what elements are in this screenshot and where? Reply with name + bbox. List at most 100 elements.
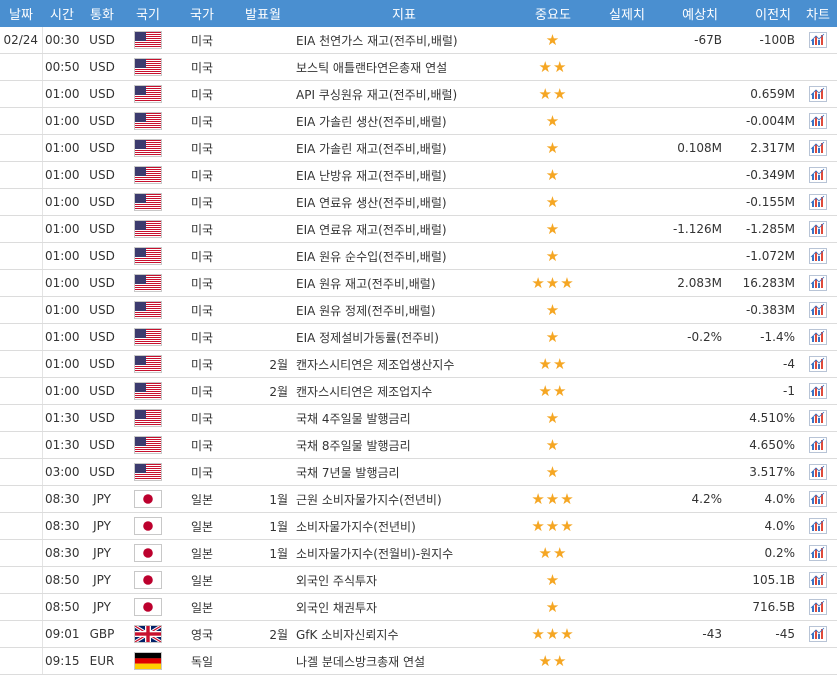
table-row[interactable]: 01:30 USD 미국 국채 4주일물 발행금리 ★ 4.510%	[0, 404, 837, 432]
header-flag[interactable]: 국기	[122, 0, 174, 27]
chart-icon[interactable]	[809, 545, 827, 561]
header-currency[interactable]: 통화	[82, 0, 122, 27]
chart-icon[interactable]	[809, 86, 827, 102]
header-time[interactable]: 시간	[42, 0, 82, 27]
chart-icon[interactable]	[809, 140, 827, 156]
table-row[interactable]: 02/24 00:30 USD 미국 EIA 천연가스 재고(전주비,배럴) ★ -67B -…	[0, 27, 837, 54]
table-row[interactable]: 01:00 USD 미국 EIA 난방유 재고(전주비,배럴) ★ -0.349M	[0, 161, 837, 189]
cell-event[interactable]: 국채 7년물 발행금리	[296, 458, 512, 486]
header-importance[interactable]: 중요도	[512, 0, 594, 27]
cell-previous: -1.4%	[726, 323, 799, 351]
chart-icon[interactable]	[809, 464, 827, 480]
table-row[interactable]: 01:00 USD 미국 EIA 원유 정제(전주비,배럴) ★ -0.383M	[0, 296, 837, 324]
cell-event[interactable]: EIA 연료유 생산(전주비,배럴)	[296, 188, 512, 216]
cell-event[interactable]: 캔자스시티연은 제조업생산지수	[296, 350, 512, 378]
table-row[interactable]: 00:50 USD 미국 보스틱 애틀랜타연은총재 연설 ★★	[0, 53, 837, 81]
table-row[interactable]: 08:30 JPY 일본 1월 근원 소비자물가지수(전년비) ★★★ 4.2% 4.0%	[0, 485, 837, 513]
chart-icon[interactable]	[809, 167, 827, 183]
cell-actual	[594, 566, 660, 594]
table-row[interactable]: 01:00 USD 미국 2월 캔자스시티연은 제조업생산지수 ★★ -4	[0, 350, 837, 378]
cell-event[interactable]: 보스틱 애틀랜타연은총재 연설	[296, 53, 512, 81]
table-row[interactable]: 01:00 USD 미국 EIA 연료유 재고(전주비,배럴) ★ -1.126M -1.2…	[0, 215, 837, 243]
chart-icon[interactable]	[809, 194, 827, 210]
cell-importance: ★	[512, 242, 594, 270]
cell-period	[230, 107, 296, 135]
chart-icon[interactable]	[809, 383, 827, 399]
chart-icon[interactable]	[809, 113, 827, 129]
jp-flag-icon	[134, 571, 162, 589]
header-previous[interactable]: 이전치	[726, 0, 799, 27]
cell-event[interactable]: EIA 원유 재고(전주비,배럴)	[296, 269, 512, 297]
chart-icon[interactable]	[809, 32, 827, 48]
cell-event[interactable]: 외국인 주식투자	[296, 566, 512, 594]
cell-event[interactable]: 근원 소비자물가지수(전년비)	[296, 485, 512, 513]
cell-flag	[122, 242, 174, 270]
table-row[interactable]: 01:00 USD 미국 EIA 가솔린 생산(전주비,배럴) ★ -0.004M	[0, 107, 837, 135]
table-row[interactable]: 01:00 USD 미국 API 쿠싱원유 재고(전주비,배럴) ★★ 0.659M	[0, 80, 837, 108]
chart-icon[interactable]	[809, 302, 827, 318]
chart-icon[interactable]	[809, 356, 827, 372]
cell-event[interactable]: 소비자물가지수(전년비)	[296, 512, 512, 540]
cell-event[interactable]: EIA 원유 순수입(전주비,배럴)	[296, 242, 512, 270]
importance-star-icon: ★	[545, 112, 561, 130]
table-row[interactable]: 01:00 USD 미국 2월 캔자스시티연은 제조업지수 ★★ -1	[0, 377, 837, 405]
cell-chart	[799, 296, 837, 324]
chart-icon[interactable]	[809, 572, 827, 588]
us-flag-icon	[134, 382, 162, 400]
header-forecast[interactable]: 예상치	[660, 0, 726, 27]
table-row[interactable]: 08:50 JPY 일본 외국인 채권투자 ★ 716.5B	[0, 593, 837, 621]
cell-flag	[122, 512, 174, 540]
cell-event[interactable]: 캔자스시티연은 제조업지수	[296, 377, 512, 405]
cell-event[interactable]: EIA 천연가스 재고(전주비,배럴)	[296, 27, 512, 54]
chart-icon[interactable]	[809, 410, 827, 426]
cell-forecast: -0.2%	[660, 323, 726, 351]
cell-event[interactable]: EIA 가솔린 생산(전주비,배럴)	[296, 107, 512, 135]
table-row[interactable]: 01:00 USD 미국 EIA 원유 순수입(전주비,배럴) ★ -1.072M	[0, 242, 837, 270]
cell-event[interactable]: API 쿠싱원유 재고(전주비,배럴)	[296, 80, 512, 108]
chart-icon[interactable]	[809, 491, 827, 507]
cell-event[interactable]: EIA 원유 정제(전주비,배럴)	[296, 296, 512, 324]
header-actual[interactable]: 실제치	[594, 0, 660, 27]
cell-event[interactable]: GfK 소비자신뢰지수	[296, 620, 512, 648]
us-flag-icon	[134, 355, 162, 373]
chart-icon[interactable]	[809, 626, 827, 642]
cell-period: 1월	[230, 539, 296, 567]
chart-icon[interactable]	[809, 329, 827, 345]
chart-icon[interactable]	[809, 599, 827, 615]
cell-event[interactable]: 국채 8주일물 발행금리	[296, 431, 512, 459]
cell-forecast	[660, 107, 726, 135]
cell-currency: JPY	[82, 566, 122, 594]
table-row[interactable]: 01:00 USD 미국 EIA 원유 재고(전주비,배럴) ★★★ 2.083M 16.2…	[0, 269, 837, 297]
cell-period	[230, 404, 296, 432]
table-row[interactable]: 09:01 GBP 영국 2월 GfK 소비자신뢰지수 ★★★ -43 -45	[0, 620, 837, 648]
cell-country: 미국	[174, 377, 230, 405]
cell-event[interactable]: EIA 난방유 재고(전주비,배럴)	[296, 161, 512, 189]
cell-event[interactable]: 나겔 분데스방크총재 연설	[296, 647, 512, 675]
header-event[interactable]: 지표	[296, 0, 512, 27]
header-date[interactable]: 날짜	[0, 0, 42, 27]
cell-event[interactable]: EIA 가솔린 재고(전주비,배럴)	[296, 134, 512, 162]
table-row[interactable]: 01:00 USD 미국 EIA 연료유 생산(전주비,배럴) ★ -0.155M	[0, 188, 837, 216]
header-period[interactable]: 발표월	[230, 0, 296, 27]
table-row[interactable]: 08:30 JPY 일본 1월 소비자물가지수(전월비)-원지수 ★★ 0.2%	[0, 539, 837, 567]
table-row[interactable]: 01:00 USD 미국 EIA 가솔린 재고(전주비,배럴) ★ 0.108M 2.317…	[0, 134, 837, 162]
table-row[interactable]: 09:15 EUR 독일 나겔 분데스방크총재 연설 ★★	[0, 647, 837, 675]
cell-event[interactable]: EIA 연료유 재고(전주비,배럴)	[296, 215, 512, 243]
chart-icon[interactable]	[809, 275, 827, 291]
cell-event[interactable]: 외국인 채권투자	[296, 593, 512, 621]
header-chart[interactable]: 차트	[799, 0, 837, 27]
cell-event[interactable]: EIA 정제설비가동률(전주비)	[296, 323, 512, 351]
table-row[interactable]: 08:30 JPY 일본 1월 소비자물가지수(전년비) ★★★ 4.0%	[0, 512, 837, 540]
table-row[interactable]: 03:00 USD 미국 국채 7년물 발행금리 ★ 3.517%	[0, 458, 837, 486]
header-country[interactable]: 국가	[174, 0, 230, 27]
chart-icon[interactable]	[809, 221, 827, 237]
chart-icon[interactable]	[809, 437, 827, 453]
table-row[interactable]: 01:00 USD 미국 EIA 정제설비가동률(전주비) ★ -0.2% -1.4%	[0, 323, 837, 351]
table-row[interactable]: 08:50 JPY 일본 외국인 주식투자 ★ 105.1B	[0, 566, 837, 594]
chart-icon[interactable]	[809, 518, 827, 534]
cell-time: 08:50	[42, 593, 82, 621]
table-row[interactable]: 01:30 USD 미국 국채 8주일물 발행금리 ★ 4.650%	[0, 431, 837, 459]
cell-event[interactable]: 소비자물가지수(전월비)-원지수	[296, 539, 512, 567]
chart-icon[interactable]	[809, 248, 827, 264]
cell-event[interactable]: 국채 4주일물 발행금리	[296, 404, 512, 432]
